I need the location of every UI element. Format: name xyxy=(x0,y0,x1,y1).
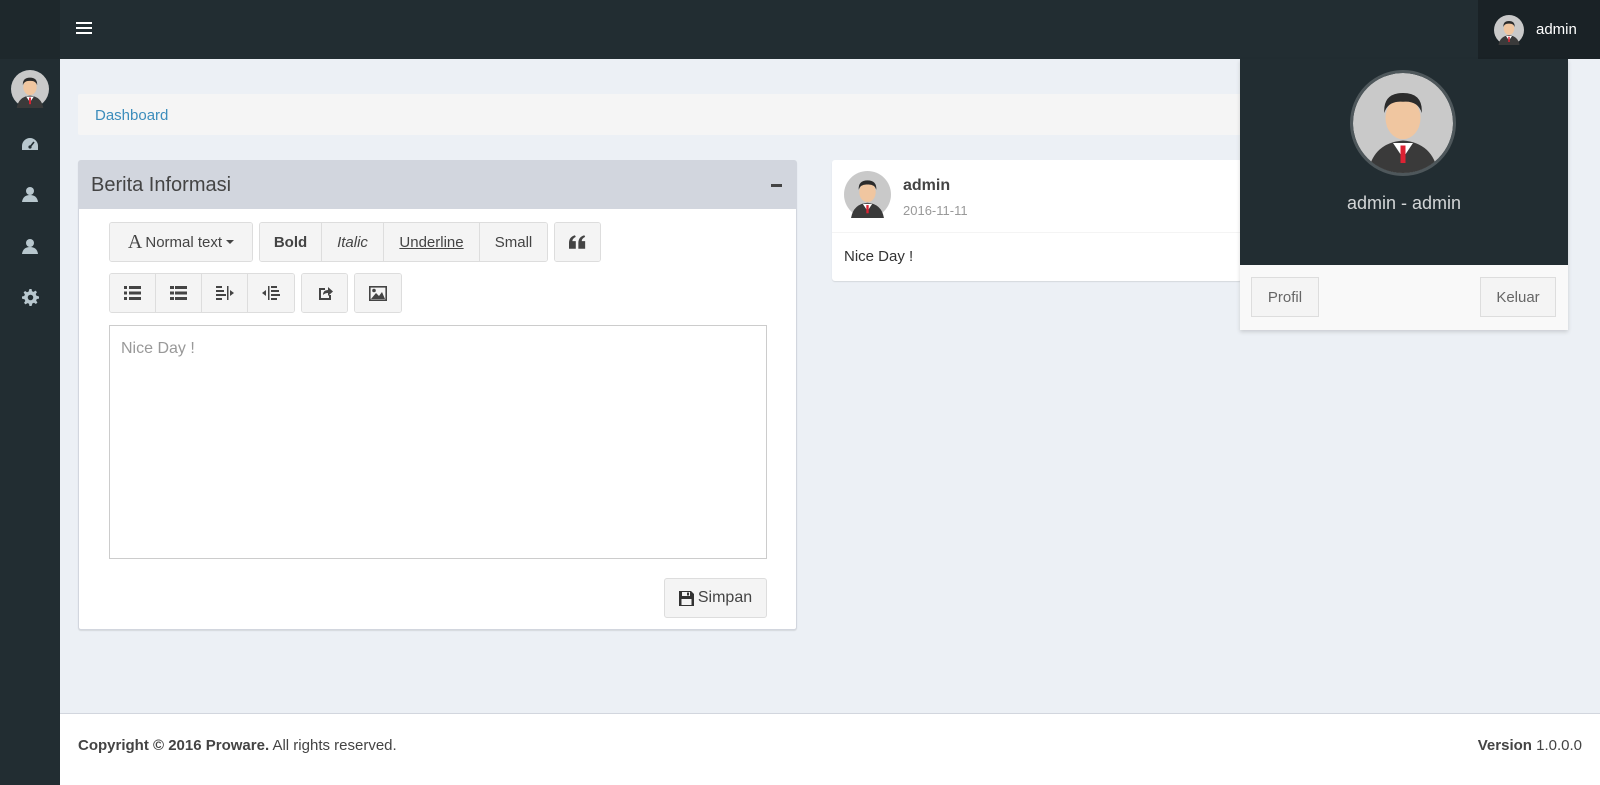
post-avatar xyxy=(844,171,891,218)
indent-button[interactable] xyxy=(248,274,294,312)
user-icon[interactable] xyxy=(20,184,40,204)
indent-icon xyxy=(262,286,280,300)
collapse-button[interactable] xyxy=(768,177,784,193)
outdent-button[interactable] xyxy=(202,274,248,312)
top-header: admin xyxy=(0,0,1600,59)
user-dropdown-name: admin - admin xyxy=(1346,193,1462,213)
sidebar-avatar xyxy=(11,70,49,108)
hamburger-menu-icon[interactable] xyxy=(76,22,92,36)
user-icon[interactable] xyxy=(20,236,40,256)
copyright-text: Copyright © 2016 Proware. All rights res… xyxy=(78,737,397,754)
unordered-list-icon xyxy=(124,286,141,300)
insert-image-button[interactable] xyxy=(355,274,401,312)
ordered-list-button[interactable] xyxy=(156,274,202,312)
blockquote-button[interactable] xyxy=(555,223,600,261)
post-header: admin 2016-11-11 xyxy=(832,160,1242,233)
user-dropdown-footer: Profil Keluar xyxy=(1240,265,1568,330)
editor-toolbar-row-2 xyxy=(109,273,408,313)
small-button[interactable]: Small xyxy=(480,223,547,261)
gear-icon[interactable] xyxy=(20,287,40,307)
logout-button[interactable]: Keluar xyxy=(1480,277,1556,317)
outdent-icon xyxy=(215,286,234,300)
font-icon: A xyxy=(127,230,143,253)
post-date: 2016-11-11 xyxy=(903,203,968,218)
user-dropdown-header: admin - admin xyxy=(1240,59,1568,265)
ordered-list-icon xyxy=(170,286,187,300)
caret-down-icon xyxy=(226,240,235,244)
editor-box-header: Berita Informasi xyxy=(79,161,796,209)
page-footer: Copyright © 2016 Proware. All rights res… xyxy=(60,713,1600,785)
logo-area xyxy=(0,0,60,59)
post-card: admin 2016-11-11 Nice Day ! xyxy=(832,160,1242,281)
floppy-disk-icon xyxy=(678,590,694,606)
breadcrumb: Dashboard xyxy=(78,94,1258,135)
user-menu-toggle[interactable]: admin xyxy=(1478,0,1600,59)
post-username[interactable]: admin xyxy=(903,177,950,195)
image-icon xyxy=(369,285,387,301)
insert-link-button[interactable] xyxy=(302,274,347,312)
bold-button[interactable]: Bold xyxy=(260,223,322,261)
save-button[interactable]: Simpan xyxy=(664,578,767,618)
version-text: Version 1.0.0.0 xyxy=(1477,737,1582,754)
underline-button[interactable]: Underline xyxy=(384,223,480,261)
share-icon xyxy=(318,287,333,300)
editor-toolbar-row-1: A Normal text Bold Italic Underline Smal… xyxy=(109,222,607,262)
user-dropdown-menu: admin - admin Profil Keluar xyxy=(1240,59,1568,330)
post-content: Nice Day ! xyxy=(844,248,914,265)
profile-button[interactable]: Profil xyxy=(1251,277,1319,317)
minus-icon xyxy=(770,183,782,187)
sidebar xyxy=(0,59,60,785)
user-avatar-icon xyxy=(1494,14,1524,45)
dashboard-icon[interactable] xyxy=(20,134,40,154)
breadcrumb-dashboard-link[interactable]: Dashboard xyxy=(95,107,168,124)
italic-button[interactable]: Italic xyxy=(322,223,384,261)
editor-textarea[interactable]: Nice Day ! xyxy=(109,325,767,559)
editor-box-title: Berita Informasi xyxy=(91,173,232,196)
editor-box: Berita Informasi A Normal text Bold Ital… xyxy=(78,160,797,630)
header-user-name: admin xyxy=(1536,21,1577,38)
user-dropdown-avatar xyxy=(1350,70,1456,176)
text-format-dropdown[interactable]: A Normal text xyxy=(110,223,252,261)
quote-icon xyxy=(569,235,586,249)
unordered-list-button[interactable] xyxy=(110,274,156,312)
